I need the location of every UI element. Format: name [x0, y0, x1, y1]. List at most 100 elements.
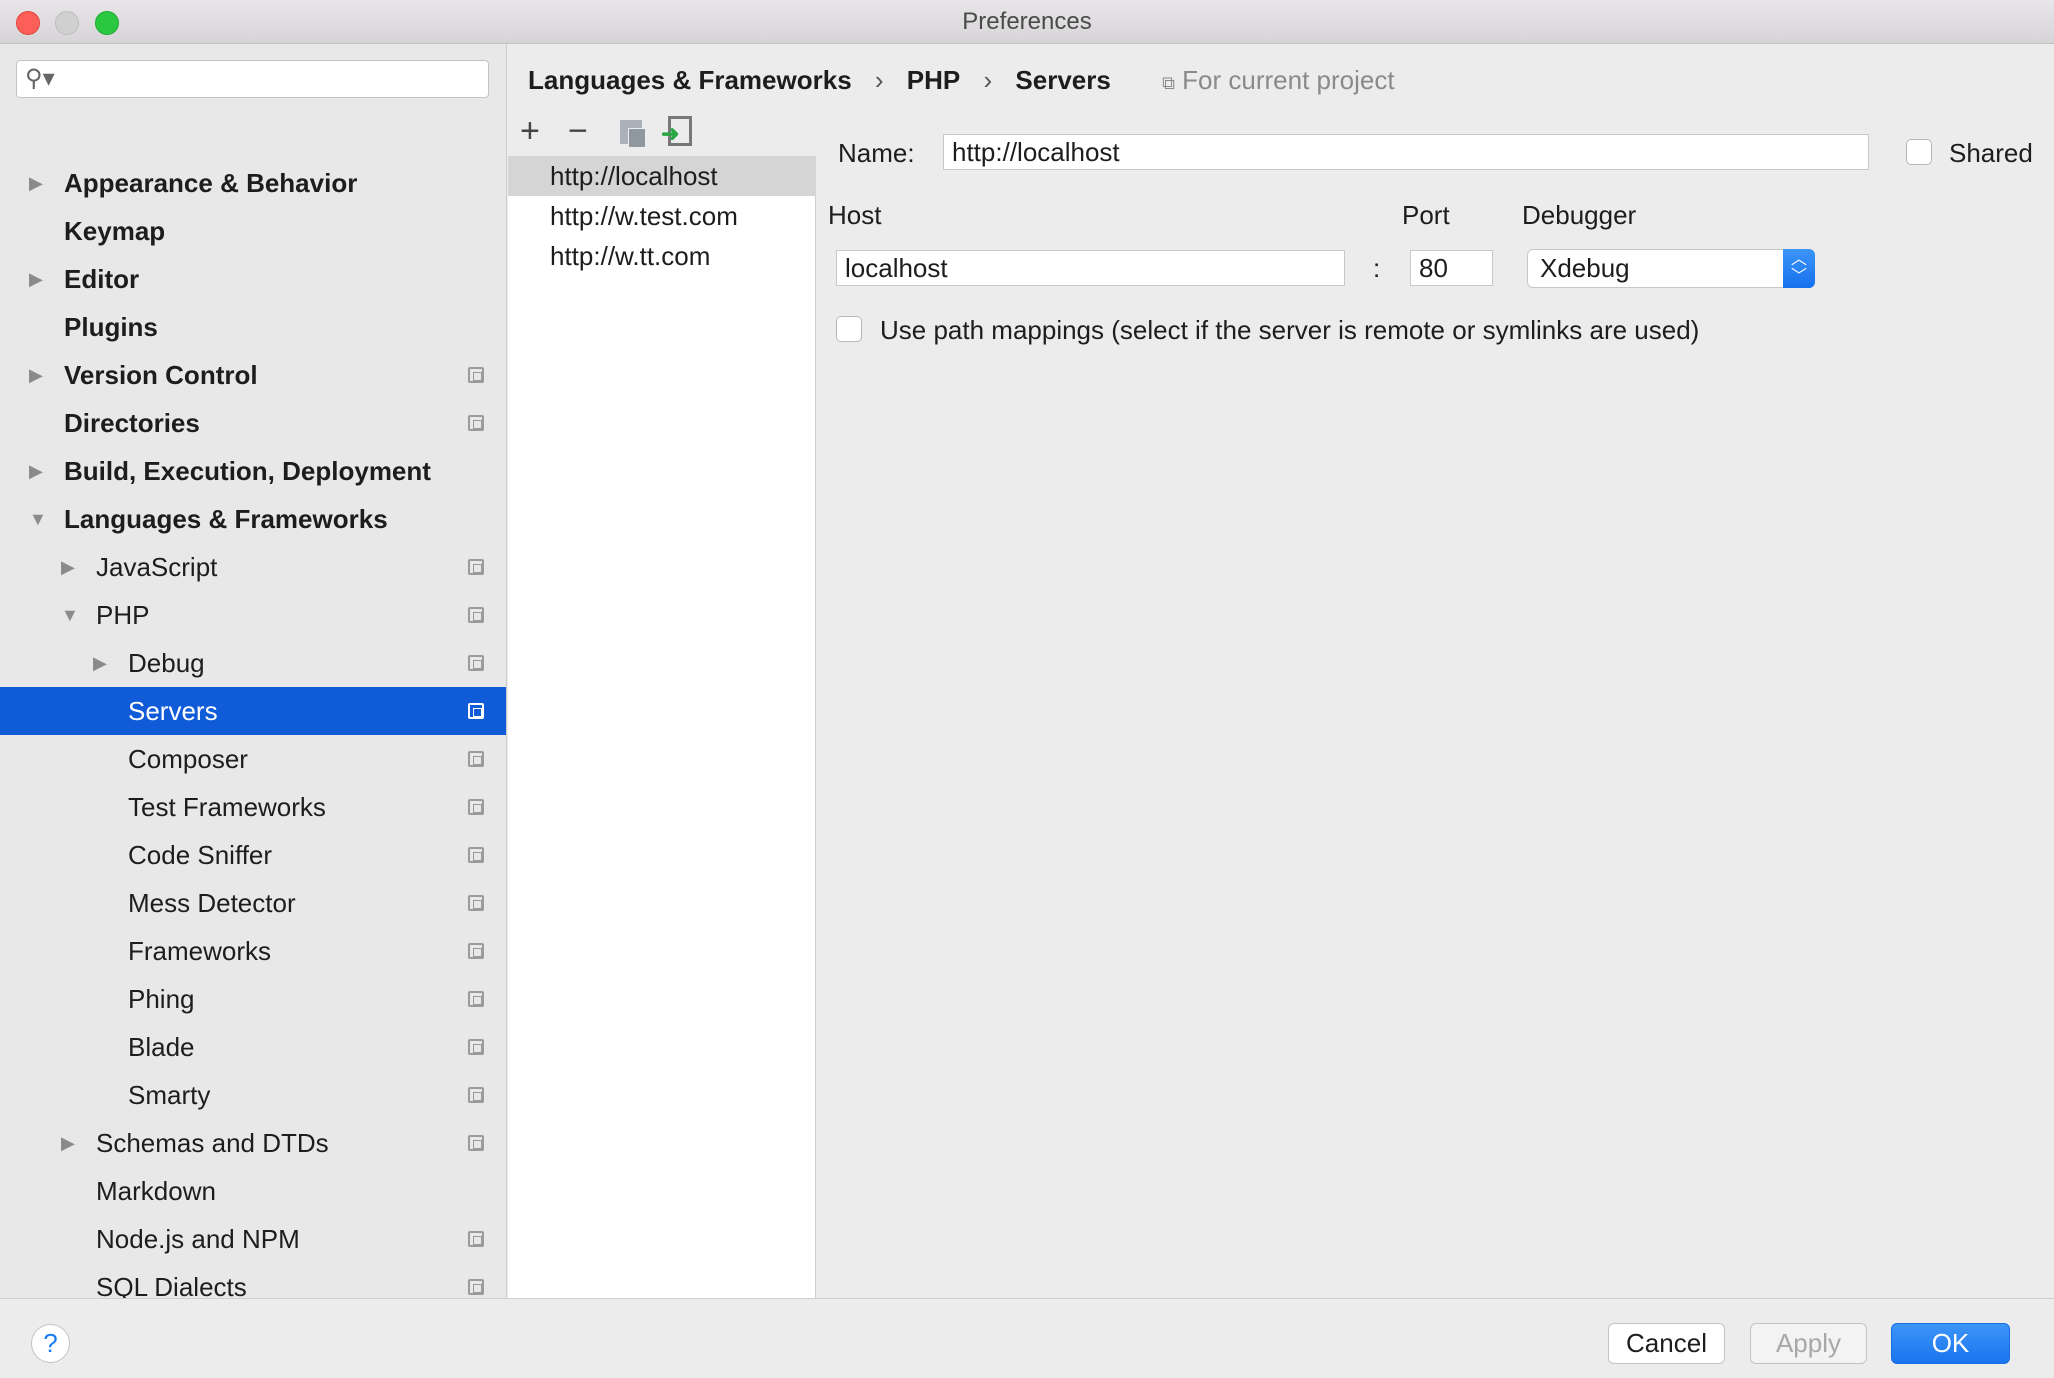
breadcrumb-separator: › [874, 65, 884, 95]
chevron-right-icon[interactable]: ▶ [93, 639, 107, 687]
host-label: Host [828, 200, 882, 230]
sidebar-item[interactable]: Mess Detector [0, 879, 506, 927]
sidebar-item-label: Phing [128, 984, 195, 1014]
project-scope-icon [468, 751, 484, 767]
chevron-down-icon[interactable]: ▼ [61, 591, 79, 639]
sidebar-item[interactable]: ▶ Build, Execution, Deployment [0, 447, 506, 495]
sidebar-item[interactable]: SQL Dialects [0, 1263, 506, 1298]
import-icon[interactable]: ➜ [661, 116, 692, 146]
sidebar-item-label: Appearance & Behavior [64, 168, 358, 198]
name-field[interactable]: http://localhost [943, 134, 1869, 170]
debugger-select[interactable]: Xdebug ︿ ﹀ [1527, 249, 1815, 288]
sidebar-item[interactable]: Smarty [0, 1071, 506, 1119]
project-scope-icon [468, 1039, 484, 1055]
sidebar-item[interactable]: ▶ Appearance & Behavior [0, 159, 506, 207]
name-label: Name: [838, 138, 915, 168]
sidebar-item[interactable]: Frameworks [0, 927, 506, 975]
sidebar-item-label: Mess Detector [128, 888, 296, 918]
sidebar-item[interactable]: Code Sniffer [0, 831, 506, 879]
chevron-right-icon[interactable]: ▶ [29, 351, 43, 399]
server-list-item[interactable]: http://w.tt.com [508, 236, 816, 276]
breadcrumb-item[interactable]: PHP [907, 65, 960, 95]
minimize-window-button[interactable] [55, 11, 79, 35]
sidebar-item-label: Editor [64, 264, 140, 294]
sidebar-item[interactable]: Directories [0, 399, 506, 447]
debugger-label: Debugger [1522, 200, 1637, 230]
project-scope-icon [468, 1231, 484, 1247]
server-list-item[interactable]: http://localhost [508, 156, 816, 196]
sidebar-item-label: JavaScript [96, 552, 218, 582]
scope-label: For current project [1182, 65, 1395, 95]
breadcrumb-item[interactable]: Languages & Frameworks [528, 65, 852, 95]
sidebar-item[interactable]: Node.js and NPM [0, 1215, 506, 1263]
sidebar-item-label: Node.js and NPM [96, 1224, 300, 1254]
port-field[interactable]: 80 [1410, 250, 1493, 286]
title-bar: Preferences [0, 0, 2054, 44]
window-title: Preferences [962, 8, 1092, 35]
chevron-right-icon[interactable]: ▶ [29, 159, 43, 207]
server-toolbar: + − ➜ [508, 110, 816, 156]
copy-icon[interactable] [620, 120, 646, 148]
sidebar-item[interactable]: ▶ Editor [0, 255, 506, 303]
sidebar-item[interactable]: Blade [0, 1023, 506, 1071]
server-list-item[interactable]: http://w.test.com [508, 196, 816, 236]
cancel-button[interactable]: Cancel [1608, 1323, 1725, 1364]
remove-icon[interactable]: − [568, 112, 588, 151]
breadcrumb-item: Servers [1015, 65, 1111, 95]
search-icon: ⚲▾ [25, 65, 55, 92]
chevron-right-icon[interactable]: ▶ [61, 1119, 75, 1167]
chevron-updown-icon: ︿ ﹀ [1783, 249, 1815, 288]
chevron-down-icon[interactable]: ▼ [29, 495, 47, 543]
sidebar-item-label: Smarty [128, 1080, 211, 1110]
sidebar-item[interactable]: Servers [0, 687, 506, 735]
sidebar-item[interactable]: Test Frameworks [0, 783, 506, 831]
apply-button[interactable]: Apply [1750, 1323, 1867, 1364]
sidebar-item[interactable]: Composer [0, 735, 506, 783]
add-icon[interactable]: + [520, 112, 540, 151]
sidebar-item[interactable]: ▶ Debug [0, 639, 506, 687]
sidebar-item-label: Debug [128, 648, 205, 678]
sidebar-item[interactable]: Markdown [0, 1167, 506, 1215]
breadcrumb: Languages & Frameworks › PHP › Servers ⧉… [528, 60, 1395, 100]
chevron-right-icon[interactable]: ▶ [29, 255, 43, 303]
chevron-right-icon[interactable]: ▶ [61, 543, 75, 591]
sidebar-item-label: SQL Dialects [96, 1272, 247, 1298]
path-mappings-checkbox[interactable] [836, 316, 862, 342]
sidebar-item[interactable]: ▶ JavaScript [0, 543, 506, 591]
project-scope-icon [468, 655, 484, 671]
host-field[interactable]: localhost [836, 250, 1345, 286]
port-separator: : [1373, 253, 1381, 283]
project-scope-icon [468, 367, 484, 383]
sidebar-item[interactable]: ▼ PHP [0, 591, 506, 639]
project-scope-icon [468, 799, 484, 815]
chevron-right-icon[interactable]: ▶ [29, 447, 43, 495]
sidebar-item-label: Keymap [64, 216, 166, 246]
sidebar-item-label: Build, Execution, Deployment [64, 456, 431, 486]
shared-label: Shared [1949, 138, 2033, 168]
help-button[interactable]: ? [31, 1324, 70, 1363]
project-scope-icon [468, 943, 484, 959]
project-scope-icon [468, 703, 484, 719]
project-scope-icon [468, 559, 484, 575]
zoom-window-button[interactable] [95, 11, 119, 35]
sidebar-item[interactable]: ▶ Version Control [0, 351, 506, 399]
sidebar-item[interactable]: Keymap [0, 207, 506, 255]
sidebar-item-label: Languages & Frameworks [64, 504, 388, 534]
sidebar-item-label: Markdown [96, 1176, 216, 1206]
search-input[interactable]: ⚲▾ [16, 60, 489, 98]
sidebar-item[interactable]: ▼ Languages & Frameworks [0, 495, 506, 543]
close-window-button[interactable] [16, 11, 40, 35]
project-scope-icon [468, 847, 484, 863]
project-scope-icon [468, 895, 484, 911]
project-scope-icon [468, 1135, 484, 1151]
server-list: http://localhost http://w.test.com http://… [508, 110, 816, 1298]
path-mappings-label: Use path mappings (select if the server … [880, 315, 1700, 345]
sidebar-item-label: Version Control [64, 360, 258, 390]
settings-tree: ⚲▾ ▶ Appearance & Behavior Keymap ▶ Editor Pl… [0, 44, 507, 1298]
sidebar-item[interactable]: ▶ Schemas and DTDs [0, 1119, 506, 1167]
shared-checkbox[interactable] [1906, 139, 1932, 165]
ok-button[interactable]: OK [1891, 1323, 2010, 1364]
project-scope-icon: ⧉ [1162, 73, 1175, 93]
sidebar-item[interactable]: Phing [0, 975, 506, 1023]
sidebar-item[interactable]: Plugins [0, 303, 506, 351]
